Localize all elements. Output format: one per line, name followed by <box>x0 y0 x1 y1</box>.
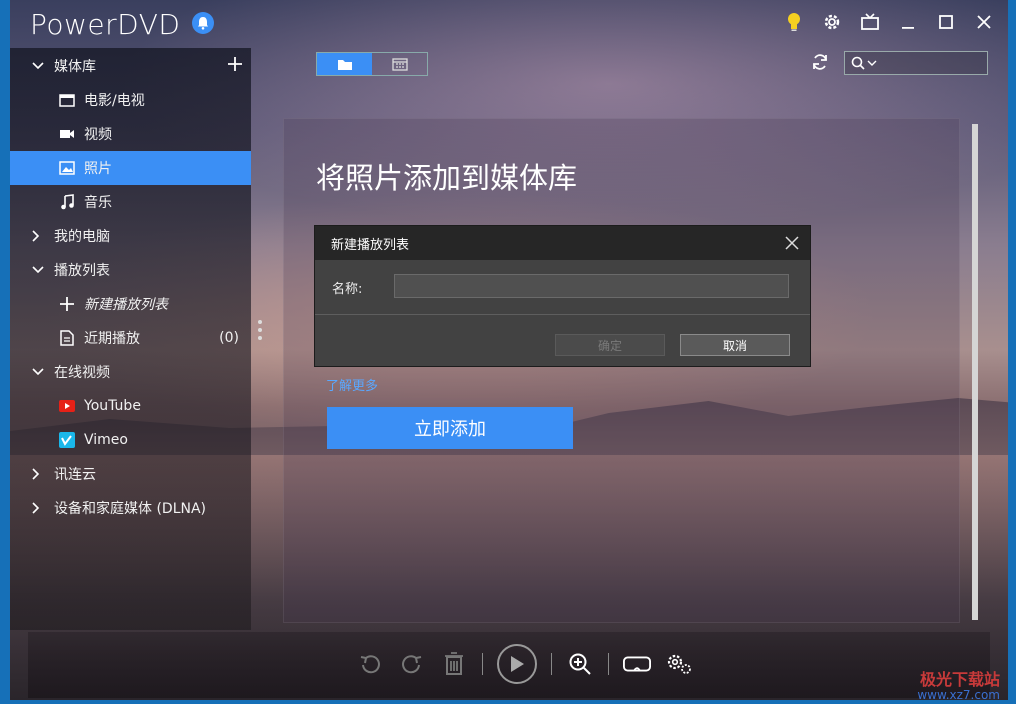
watermark-title: 极光下载站 <box>919 670 1000 690</box>
sidebar-item-new-playlist[interactable]: 新建播放列表 <box>10 287 251 321</box>
recent-document-icon <box>58 330 76 346</box>
search-input[interactable] <box>844 51 988 75</box>
sidebar-item-movies-tv[interactable]: 电影/电视 <box>10 83 251 117</box>
close-icon[interactable] <box>972 10 996 34</box>
vimeo-icon <box>58 432 76 448</box>
youtube-icon <box>58 399 76 413</box>
rotate-right-icon[interactable] <box>398 650 426 678</box>
sidebar-label: 新建播放列表 <box>84 297 168 313</box>
sidebar-label: 播放列表 <box>54 263 110 279</box>
photo-icon <box>58 161 76 175</box>
dialog-divider <box>315 314 810 315</box>
play-button[interactable] <box>497 644 537 684</box>
rotate-left-icon[interactable] <box>356 650 384 678</box>
film-icon <box>58 93 76 107</box>
toolbar-separator <box>551 653 552 675</box>
video-camera-icon <box>58 128 76 140</box>
sidebar-playlists[interactable]: 播放列表 <box>10 253 251 287</box>
calendar-view-button[interactable] <box>372 53 427 75</box>
recent-count: (0) <box>219 330 239 346</box>
sidebar-label: 近期播放 <box>84 331 140 347</box>
view-toggle <box>316 52 428 76</box>
chevron-down-icon <box>32 266 46 274</box>
sidebar-label: 媒体库 <box>54 59 96 75</box>
sidebar-item-recently-played[interactable]: 近期播放 (0) <box>10 321 251 355</box>
sidebar-label: 讯连云 <box>54 467 96 483</box>
sidebar-label: Vimeo <box>84 432 128 448</box>
watermark-logo: 极光下载站 www.xz7.com <box>917 671 1000 702</box>
sidebar-label: 我的电脑 <box>54 229 110 245</box>
chevron-right-icon <box>32 468 46 480</box>
sidebar-label: YouTube <box>84 398 141 414</box>
toolbar-separator <box>482 653 483 675</box>
sidebar-item-youtube[interactable]: YouTube <box>10 389 251 423</box>
close-icon[interactable] <box>784 235 800 251</box>
powerdvd-window: PowerDVD 媒体库 电影/电视 视频 照片 音乐 我的电脑 播放列表 新建… <box>10 0 1008 700</box>
watermark-url: www.xz7.com <box>917 687 1000 702</box>
sidebar-item-photos[interactable]: 照片 <box>10 151 251 185</box>
trash-icon[interactable] <box>440 650 468 678</box>
chevron-down-icon <box>32 368 46 376</box>
new-playlist-dialog: 新建播放列表 名称: 确定 取消 <box>314 225 811 367</box>
search-icon <box>851 56 865 70</box>
sidebar-label: 音乐 <box>84 195 112 211</box>
app-title: PowerDVD <box>30 8 181 41</box>
vr-headset-icon[interactable] <box>623 650 651 678</box>
folder-view-button[interactable] <box>317 53 372 75</box>
main-content-panel: 将照片添加到媒体库 了解更多 立即添加 <box>283 118 960 623</box>
folder-icon <box>337 59 352 70</box>
sidebar-online-video[interactable]: 在线视频 <box>10 355 251 389</box>
bottom-toolbar <box>28 632 990 698</box>
sidebar-label: 设备和家庭媒体 (DLNA) <box>54 501 207 517</box>
sidebar-item-music[interactable]: 音乐 <box>10 185 251 219</box>
dialog-header: 新建播放列表 <box>315 226 810 260</box>
sidebar: 媒体库 电影/电视 视频 照片 音乐 我的电脑 播放列表 新建播放列表 近期播放… <box>10 48 251 630</box>
page-title: 将照片添加到媒体库 <box>316 161 578 195</box>
play-icon <box>511 656 524 672</box>
sidebar-my-computer[interactable]: 我的电脑 <box>10 219 251 253</box>
add-icon[interactable] <box>227 56 243 76</box>
sidebar-label: 照片 <box>84 161 112 177</box>
minimize-icon[interactable] <box>896 10 920 34</box>
sidebar-label: 在线视频 <box>54 365 110 381</box>
sidebar-label: 视频 <box>84 127 112 143</box>
sidebar-xunlian-cloud[interactable]: 讯连云 <box>10 457 251 491</box>
toolbar-separator <box>608 653 609 675</box>
titlebar-controls <box>782 10 996 34</box>
zoom-in-icon[interactable] <box>566 650 594 678</box>
lightbulb-icon[interactable] <box>782 10 806 34</box>
sidebar-label: 电影/电视 <box>84 93 145 109</box>
learn-more-link[interactable]: 了解更多 <box>326 375 378 394</box>
chevron-right-icon <box>32 502 46 514</box>
sidebar-resize-handle[interactable] <box>258 320 262 340</box>
chevron-right-icon <box>32 230 46 242</box>
add-now-button[interactable]: 立即添加 <box>327 407 573 449</box>
plus-icon <box>58 296 76 312</box>
music-note-icon <box>58 194 76 210</box>
chevron-down-icon <box>32 62 46 70</box>
dialog-title: 新建播放列表 <box>331 237 410 253</box>
sidebar-dlna[interactable]: 设备和家庭媒体 (DLNA) <box>10 491 251 525</box>
sidebar-item-videos[interactable]: 视频 <box>10 117 251 151</box>
scrollbar[interactable] <box>972 124 978 620</box>
refresh-icon[interactable] <box>810 52 832 74</box>
sidebar-item-vimeo[interactable]: Vimeo <box>10 423 251 457</box>
tv-mode-icon[interactable] <box>858 10 882 34</box>
settings-gear-icon[interactable] <box>820 10 844 34</box>
sidebar-media-library[interactable]: 媒体库 <box>10 49 251 83</box>
notification-bell-icon[interactable] <box>192 12 214 34</box>
chevron-down-icon <box>867 60 877 66</box>
settings-gears-icon[interactable] <box>665 650 693 678</box>
maximize-icon[interactable] <box>934 10 958 34</box>
cancel-button[interactable]: 取消 <box>680 334 790 356</box>
ok-button[interactable]: 确定 <box>555 334 665 356</box>
playlist-name-field[interactable] <box>394 274 789 298</box>
name-label: 名称: <box>332 282 363 297</box>
calendar-icon <box>391 58 408 71</box>
